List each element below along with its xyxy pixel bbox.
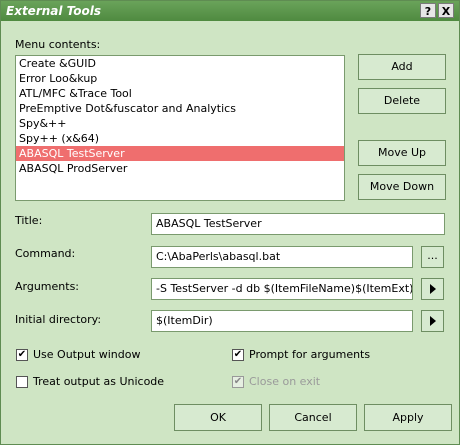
checkmark-icon: ✔ [233,376,243,387]
external-tools-dialog: External Tools ? X Menu contents: Create… [0,0,460,445]
initial-directory-menu-button[interactable] [421,310,444,332]
close-on-exit-checkbox: ✔ [232,376,244,388]
arguments-field[interactable]: -S TestServer -d db $(ItemFileName)$(Ite… [151,278,413,300]
triangle-right-icon [430,316,436,326]
move-down-button[interactable]: Move Down [358,174,446,200]
list-item-selected[interactable]: ABASQL TestServer [16,146,344,161]
prompt-arguments-label: Prompt for arguments [249,348,371,361]
initial-directory-field[interactable]: $(ItemDir) [151,310,413,332]
command-field[interactable]: C:\AbaPerls\abasql.bat [151,246,413,268]
checkmark-icon: ✔ [233,349,243,360]
add-button[interactable]: Add [358,54,446,80]
list-item[interactable]: Create &GUID [16,56,344,71]
use-output-label: Use Output window [33,348,141,361]
apply-button[interactable]: Apply [364,404,452,431]
close-on-exit-label: Close on exit [249,375,321,388]
list-item[interactable]: ATL/MFC &Trace Tool [16,86,344,101]
command-label: Command: [15,247,76,260]
window-title: External Tools [6,4,102,18]
browse-button[interactable]: ... [421,246,444,268]
list-item[interactable]: ABASQL ProdServer [16,161,344,176]
help-button[interactable]: ? [420,3,436,18]
arguments-menu-button[interactable] [421,278,444,300]
list-item[interactable]: PreEmptive Dot&fuscator and Analytics [16,101,344,116]
close-button[interactable]: X [438,3,454,18]
title-bar: External Tools ? X [1,1,459,21]
arguments-label: Arguments: [15,280,80,293]
list-item[interactable]: Error Loo&kup [16,71,344,86]
list-item[interactable]: Spy&++ [16,116,344,131]
checkmark-icon: ✔ [17,349,27,360]
delete-button[interactable]: Delete [358,88,446,114]
cancel-button[interactable]: Cancel [269,404,357,431]
use-output-checkbox[interactable]: ✔ [16,349,28,361]
title-label: Title: [15,214,43,227]
list-item[interactable]: Spy++ (x&64) [16,131,344,146]
move-up-button[interactable]: Move Up [358,140,446,166]
menu-contents-list[interactable]: Create &GUID Error Loo&kup ATL/MFC &Trac… [15,55,345,201]
unicode-output-checkbox[interactable] [16,376,28,388]
prompt-arguments-checkbox[interactable]: ✔ [232,349,244,361]
title-field[interactable]: ABASQL TestServer [151,213,445,235]
initial-directory-label: Initial directory: [15,313,102,326]
menu-contents-label: Menu contents: [15,38,101,51]
triangle-right-icon [430,284,436,294]
unicode-output-label: Treat output as Unicode [33,375,165,388]
ok-button[interactable]: OK [174,404,262,431]
